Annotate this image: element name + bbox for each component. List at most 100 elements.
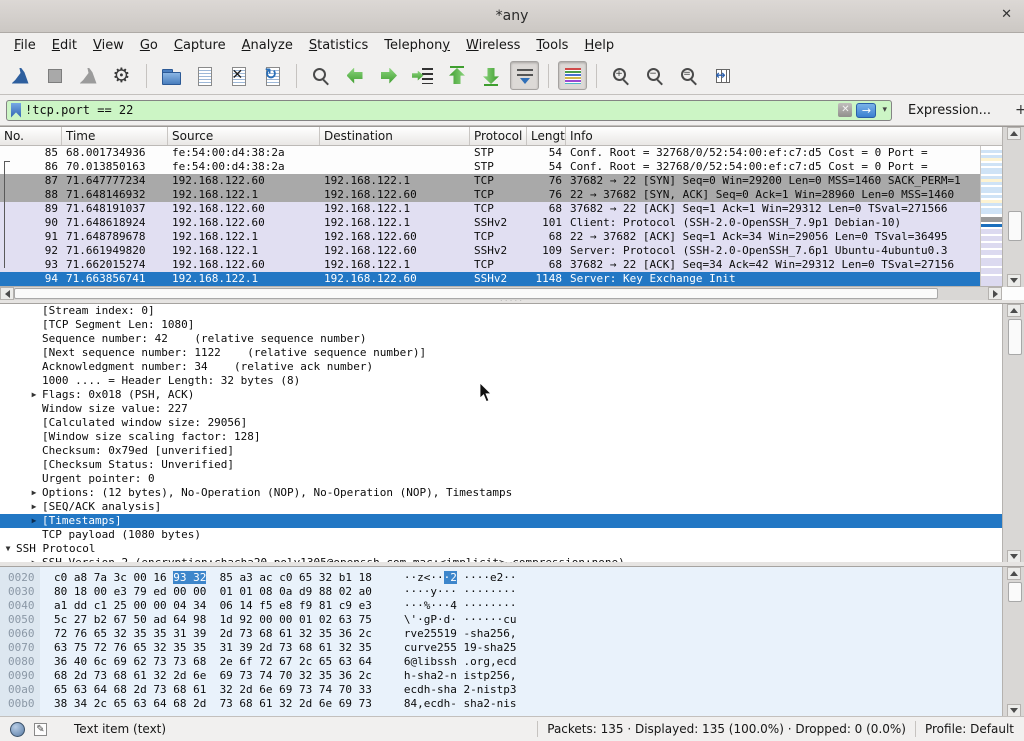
scroll-up-icon[interactable] xyxy=(1007,567,1021,580)
packet-row[interactable]: 9071.648618924192.168.122.60192.168.122.… xyxy=(0,216,980,230)
save-capture-file-button[interactable] xyxy=(190,61,219,90)
display-filter-input[interactable]: !tcp.port == 22 ✕ → ▾ xyxy=(6,100,892,121)
menu-tools[interactable]: Tools xyxy=(528,35,576,56)
detail-line[interactable]: [Checksum Status: Unverified] xyxy=(0,458,1024,472)
apply-filter-icon[interactable]: → xyxy=(856,103,876,118)
hex-bytes[interactable]: 80 18 00 e3 79 ed 00 00 01 01 08 0a d9 8… xyxy=(54,585,372,599)
column-header-time[interactable]: Time xyxy=(62,127,168,145)
hex-ascii[interactable]: rve25519 -sha256, xyxy=(404,627,517,641)
hex-row[interactable]: 0040a1 dd c1 25 00 00 04 34 06 14 f5 e8 … xyxy=(0,599,1002,613)
packet-row[interactable]: 8971.648191037192.168.122.60192.168.122.… xyxy=(0,202,980,216)
column-header-source[interactable]: Source xyxy=(168,127,320,145)
close-capture-file-button[interactable] xyxy=(224,61,253,90)
detail-line[interactable]: ▶Options: (12 bytes), No-Operation (NOP)… xyxy=(0,486,1024,500)
intelligent-scrollbar-minimap[interactable] xyxy=(980,146,1002,286)
hex-bytes[interactable]: 72 76 65 32 35 35 31 39 2d 73 68 61 32 3… xyxy=(54,627,372,641)
detail-line[interactable]: [Next sequence number: 1122 (relative se… xyxy=(0,346,1024,360)
hex-bytes[interactable]: 68 2d 73 68 61 32 2d 6e 69 73 74 70 32 3… xyxy=(54,669,372,683)
hex-row[interactable]: 00b038 34 2c 65 63 64 68 2d 73 68 61 32 … xyxy=(0,697,1002,711)
detail-vscroll-thumb[interactable] xyxy=(1008,319,1022,355)
expand-arrow-icon[interactable]: ▶ xyxy=(26,486,42,500)
hex-bytes[interactable]: 63 75 72 76 65 32 35 35 31 39 2d 73 68 6… xyxy=(54,641,372,655)
packet-row[interactable]: 8568.001734936fe:54:00:d4:38:2aSTP54Conf… xyxy=(0,146,980,160)
resize-columns-button[interactable] xyxy=(708,61,737,90)
hex-ascii[interactable]: ···%···4 ········ xyxy=(404,599,517,613)
hex-row[interactable]: 008036 40 6c 69 62 73 73 68 2e 6f 72 67 … xyxy=(0,655,1002,669)
detail-line[interactable]: ▶[SEQ/ACK analysis] xyxy=(0,500,1024,514)
hex-row[interactable]: 00505c 27 b2 67 50 ad 64 98 1d 92 00 00 … xyxy=(0,613,1002,627)
menu-file[interactable]: File xyxy=(6,35,44,56)
packet-list-hscrollbar[interactable] xyxy=(0,286,1002,300)
find-packet-button[interactable] xyxy=(306,61,335,90)
capture-options-button[interactable] xyxy=(108,61,137,90)
column-header-no[interactable]: No. xyxy=(0,127,62,145)
packet-row[interactable]: 9471.663856741192.168.122.1192.168.122.6… xyxy=(0,272,980,286)
scroll-down-icon[interactable] xyxy=(1007,274,1021,287)
go-to-packet-button[interactable] xyxy=(408,61,437,90)
zoom-in-button[interactable] xyxy=(606,61,635,90)
hex-ascii[interactable]: curve255 19-sha25 xyxy=(404,641,517,655)
detail-line[interactable]: ▶[Timestamps] xyxy=(0,514,1024,528)
packet-row[interactable]: 9171.648789678192.168.122.1192.168.122.6… xyxy=(0,230,980,244)
titlebar[interactable]: *any ✕ xyxy=(0,0,1024,33)
go-back-button[interactable] xyxy=(340,61,369,90)
stop-capture-button[interactable] xyxy=(40,61,69,90)
scroll-up-icon[interactable] xyxy=(1007,127,1021,140)
scroll-left-icon[interactable] xyxy=(0,287,14,300)
menu-edit[interactable]: Edit xyxy=(44,35,85,56)
hex-bytes[interactable]: c0 a8 7a 3c 00 16 93 32 85 a3 ac c0 65 3… xyxy=(54,571,372,585)
hex-bytes[interactable]: 65 63 64 68 2d 73 68 61 32 2d 6e 69 73 7… xyxy=(54,683,372,697)
filter-text[interactable]: !tcp.port == 22 xyxy=(25,103,834,117)
hex-row[interactable]: 0020c0 a8 7a 3c 00 16 93 32 85 a3 ac c0 … xyxy=(0,571,1002,585)
detail-line[interactable]: TCP payload (1080 bytes) xyxy=(0,528,1024,542)
bookmark-icon[interactable] xyxy=(11,103,21,118)
go-forward-button[interactable] xyxy=(374,61,403,90)
hex-ascii[interactable]: h-sha2-n istp256, xyxy=(404,669,517,683)
detail-line[interactable]: Urgent pointer: 0 xyxy=(0,472,1024,486)
start-capture-button[interactable] xyxy=(6,61,35,90)
expand-arrow-icon[interactable]: ▶ xyxy=(26,500,42,514)
hex-ascii[interactable]: ····y··· ········ xyxy=(404,585,517,599)
packet-row[interactable]: 9271.661949820192.168.122.1192.168.122.6… xyxy=(0,244,980,258)
hex-ascii[interactable]: \'·gP·d· ······cu xyxy=(404,613,517,627)
detail-line[interactable]: [TCP Segment Len: 1080] xyxy=(0,318,1024,332)
hex-row[interactable]: 003080 18 00 e3 79 ed 00 00 01 01 08 0a … xyxy=(0,585,1002,599)
packet-list-vscrollbar[interactable] xyxy=(1002,127,1024,287)
hex-ascii[interactable]: 84,ecdh- sha2-nis xyxy=(404,697,517,711)
go-last-packet-button[interactable] xyxy=(476,61,505,90)
expand-arrow-icon[interactable]: ▶ xyxy=(26,388,42,402)
hex-ascii[interactable]: 6@libssh .org,ecd xyxy=(404,655,517,669)
filter-history-chevron-down-icon[interactable]: ▾ xyxy=(882,105,887,115)
zoom-out-button[interactable] xyxy=(640,61,669,90)
hex-ascii[interactable]: ecdh-sha 2-nistp3 xyxy=(404,683,517,697)
hex-bytes[interactable]: 5c 27 b2 67 50 ad 64 98 1d 92 00 00 01 0… xyxy=(54,613,372,627)
zoom-original-button[interactable] xyxy=(674,61,703,90)
column-header-info[interactable]: Info xyxy=(566,127,1002,145)
clear-filter-icon[interactable]: ✕ xyxy=(838,103,852,117)
packet-list-vscroll-thumb[interactable] xyxy=(1008,211,1022,241)
expand-arrow-icon[interactable]: ▼ xyxy=(0,542,16,556)
menu-statistics[interactable]: Statistics xyxy=(301,35,376,56)
packet-list-hscroll-thumb[interactable] xyxy=(14,288,938,299)
hex-row[interactable]: 009068 2d 73 68 61 32 2d 6e 69 73 74 70 … xyxy=(0,669,1002,683)
detail-vscrollbar[interactable] xyxy=(1002,304,1024,562)
column-header-destination[interactable]: Destination xyxy=(320,127,470,145)
auto-scroll-live-button[interactable] xyxy=(510,61,539,90)
detail-line[interactable]: Checksum: 0x79ed [unverified] xyxy=(0,444,1024,458)
expression-button[interactable]: Expression... xyxy=(908,103,991,118)
close-icon[interactable]: ✕ xyxy=(1001,7,1012,22)
go-first-packet-button[interactable] xyxy=(442,61,471,90)
hex-vscroll-thumb[interactable] xyxy=(1008,582,1022,602)
menu-analyze[interactable]: Analyze xyxy=(234,35,301,56)
hex-row[interactable]: 007063 75 72 76 65 32 35 35 31 39 2d 73 … xyxy=(0,641,1002,655)
packet-row[interactable]: 9371.662015274192.168.122.60192.168.122.… xyxy=(0,258,980,272)
add-filter-button[interactable]: + xyxy=(1015,102,1024,118)
hex-row[interactable]: 006072 76 65 32 35 35 31 39 2d 73 68 61 … xyxy=(0,627,1002,641)
expand-arrow-icon[interactable]: ▶ xyxy=(26,514,42,528)
packet-row[interactable]: 8670.013850163fe:54:00:d4:38:2aSTP54Conf… xyxy=(0,160,980,174)
capture-comment-icon[interactable]: ✎ xyxy=(34,723,47,736)
colorize-packets-button[interactable] xyxy=(558,61,587,90)
menu-help[interactable]: Help xyxy=(576,35,622,56)
column-header-length[interactable]: Length xyxy=(527,127,566,145)
expert-info-icon[interactable] xyxy=(10,722,25,737)
